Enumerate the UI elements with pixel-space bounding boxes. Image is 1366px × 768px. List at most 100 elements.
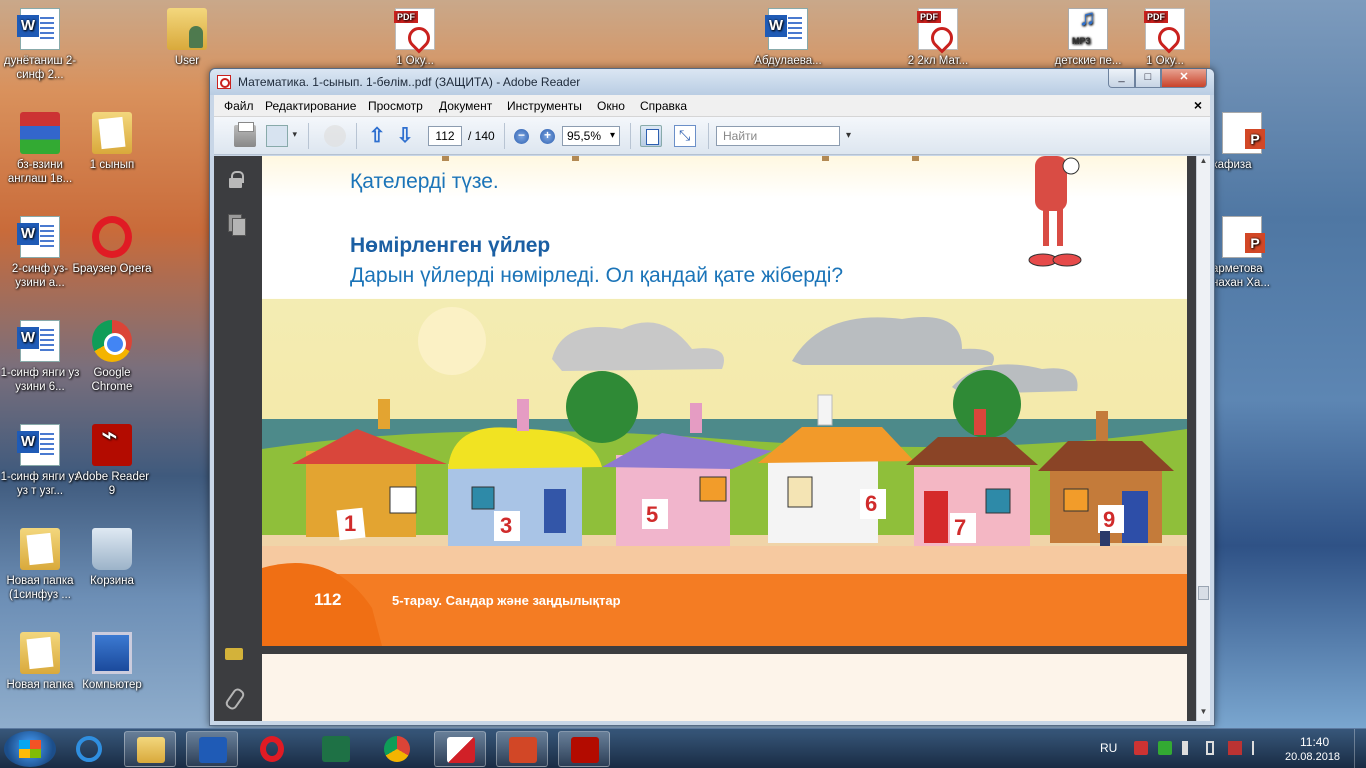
taskbar: RU 11:40 20.08.2018 bbox=[0, 728, 1366, 768]
attachment-icon[interactable] bbox=[225, 688, 245, 708]
battery-icon[interactable] bbox=[1206, 741, 1214, 755]
desktop-icon-pdf-oku-1[interactable]: 1 Оку... bbox=[375, 8, 455, 68]
email-icon[interactable] bbox=[266, 125, 297, 147]
exercise-title: Нөмірленген үйлер bbox=[350, 234, 551, 257]
print-icon[interactable] bbox=[234, 122, 256, 147]
desktop-icon-adobe-reader[interactable]: Adobe Reader 9 bbox=[72, 424, 152, 498]
desktop-icon-abdulaeva[interactable]: Абдулаева... bbox=[748, 8, 828, 68]
desktop-icon-mp3[interactable]: детские пе... bbox=[1048, 8, 1128, 68]
adobe-reader-window: Математика. 1-сынып. 1-бөлім..pdf (ЗАЩИТ… bbox=[209, 68, 1215, 726]
language-indicator[interactable]: RU bbox=[1100, 741, 1117, 755]
excel-icon bbox=[322, 736, 350, 762]
scroll-down-button[interactable]: ▼ bbox=[1197, 707, 1210, 721]
opera-icon bbox=[260, 736, 284, 762]
cartoon-character-illustration bbox=[1028, 156, 1082, 267]
desktop-background bbox=[1210, 0, 1366, 728]
clock-date[interactable]: 20.08.2018 bbox=[1285, 751, 1340, 763]
house-number-9: 9 bbox=[1103, 507, 1115, 532]
house-number-3: 3 bbox=[500, 513, 512, 538]
window-title: Математика. 1-сынып. 1-бөлім..pdf (ЗАЩИТ… bbox=[238, 75, 581, 89]
desktop-icon-hafiza[interactable]: хафиза bbox=[1212, 112, 1276, 172]
volume-icon[interactable] bbox=[1182, 741, 1196, 755]
desktop-icon-winrar[interactable]: бз-взини англаш 1в... bbox=[0, 112, 80, 186]
search-input[interactable]: Найти bbox=[716, 126, 851, 146]
update-tray-icon[interactable] bbox=[1158, 741, 1172, 755]
desktop-icon-computer[interactable]: Компьютер bbox=[72, 632, 152, 692]
folder-icon bbox=[92, 112, 132, 154]
page-number-input[interactable]: 112 bbox=[428, 126, 462, 146]
next-page-icon[interactable]: ⇩ bbox=[394, 125, 416, 147]
taskbar-word[interactable] bbox=[186, 731, 238, 767]
exercise-heading: Қателерді түзе. bbox=[350, 170, 499, 193]
desktop-icon-chrome[interactable]: Google Chrome bbox=[72, 320, 152, 394]
internet-explorer-icon bbox=[76, 736, 102, 762]
kaspersky-tray-icon[interactable] bbox=[1134, 741, 1148, 755]
desktop-icon-1-sinf-yangi[interactable]: 1-синф янги уз узини 6... bbox=[0, 320, 80, 394]
taskbar-chrome[interactable] bbox=[372, 731, 424, 767]
desktop-icon-1-sinf-yangi-2[interactable]: 1-синф янги уз уз т узг... bbox=[0, 424, 80, 498]
show-desktop-button[interactable] bbox=[1354, 729, 1366, 768]
menu-view[interactable]: Просмотр bbox=[368, 99, 423, 113]
desktop-icon-pdf-math-2[interactable]: 2 2кл Мат... bbox=[898, 8, 978, 68]
document-close-button[interactable]: × bbox=[1194, 97, 1202, 113]
desktop-icon-opera[interactable]: Браузер Opera bbox=[72, 216, 152, 276]
zoom-select[interactable]: 95,5% bbox=[562, 126, 620, 146]
mp3-icon bbox=[1068, 8, 1108, 50]
taskbar-opera[interactable] bbox=[248, 731, 300, 767]
close-button[interactable]: ✕ bbox=[1161, 69, 1207, 88]
scroll-up-button[interactable]: ▲ bbox=[1197, 156, 1210, 170]
document-view[interactable]: Қателерді түзе. Нөмірленген үйлер Дарын … bbox=[256, 156, 1196, 721]
desktop-icon-1-synyp[interactable]: 1 сынып bbox=[72, 112, 152, 172]
desktop-icon-2-sinf[interactable]: 2-синф уз-узини а... bbox=[0, 216, 80, 290]
maximize-button[interactable]: □ bbox=[1135, 69, 1161, 88]
menu-tools[interactable]: Инструменты bbox=[507, 99, 582, 113]
desktop-icon-recycle-bin[interactable]: Корзина bbox=[72, 528, 152, 588]
window-titlebar[interactable]: Математика. 1-сынып. 1-бөлім..pdf (ЗАЩИТ… bbox=[210, 69, 1214, 95]
taskbar-adobe-reader[interactable] bbox=[558, 731, 610, 767]
start-button[interactable] bbox=[4, 731, 56, 767]
navigation-sidebar bbox=[214, 156, 256, 721]
word-doc-icon bbox=[17, 424, 60, 466]
fit-window-icon[interactable] bbox=[674, 125, 696, 147]
desktop-icon-armetova[interactable]: арметова нахан Ха... bbox=[1212, 216, 1292, 290]
winrar-icon bbox=[20, 112, 60, 154]
page-footer bbox=[262, 574, 1187, 646]
powerpoint-icon bbox=[1222, 216, 1265, 258]
toolbar-divider bbox=[630, 123, 631, 149]
vertical-scrollbar[interactable]: ▲ ▼ bbox=[1196, 156, 1210, 721]
page-decoration bbox=[822, 156, 829, 161]
toolbar-divider bbox=[356, 123, 357, 149]
comments-icon[interactable] bbox=[225, 646, 245, 666]
desktop-icon-user[interactable]: User bbox=[147, 8, 227, 68]
menu-edit[interactable]: Редактирование bbox=[265, 99, 356, 113]
zoom-out-button[interactable]: − bbox=[514, 129, 529, 144]
desktop-icon-new-folder-1[interactable]: Новая папка (1синфуз ... bbox=[0, 528, 80, 602]
pages-icon[interactable] bbox=[225, 214, 246, 236]
desktop-icon-new-folder-2[interactable]: Новая папка bbox=[0, 632, 80, 692]
menu-window[interactable]: Окно bbox=[597, 99, 625, 113]
desktop-icon-dunetanish[interactable]: дунётаниш 2-синф 2... bbox=[0, 8, 80, 82]
clock-time[interactable]: 11:40 bbox=[1300, 735, 1329, 749]
menu-document[interactable]: Документ bbox=[439, 99, 492, 113]
previous-page-icon[interactable]: ⇧ bbox=[366, 125, 388, 147]
chrome-icon bbox=[92, 320, 132, 362]
zoom-in-button[interactable]: + bbox=[540, 129, 555, 144]
page-footer-band bbox=[262, 546, 1187, 574]
menu-file[interactable]: Файл bbox=[224, 99, 254, 113]
taskbar-explorer[interactable] bbox=[124, 731, 176, 767]
word-doc-icon bbox=[765, 8, 808, 50]
fit-page-icon[interactable] bbox=[640, 125, 662, 147]
menu-help[interactable]: Справка bbox=[640, 99, 687, 113]
scroll-thumb[interactable] bbox=[1198, 586, 1209, 600]
flag-icon[interactable] bbox=[1228, 741, 1242, 755]
minimize-button[interactable]: _ bbox=[1108, 69, 1135, 88]
taskbar-kaspersky[interactable] bbox=[434, 731, 486, 767]
network-icon[interactable] bbox=[1252, 741, 1266, 755]
collaborate-icon[interactable] bbox=[324, 125, 346, 147]
desktop-icon-pdf-oku-2[interactable]: 1 Оку... bbox=[1125, 8, 1205, 68]
taskbar-excel[interactable] bbox=[310, 731, 362, 767]
taskbar-ie[interactable] bbox=[64, 731, 116, 767]
lock-icon[interactable] bbox=[225, 170, 245, 190]
page-decoration bbox=[572, 156, 579, 161]
taskbar-powerpoint[interactable] bbox=[496, 731, 548, 767]
